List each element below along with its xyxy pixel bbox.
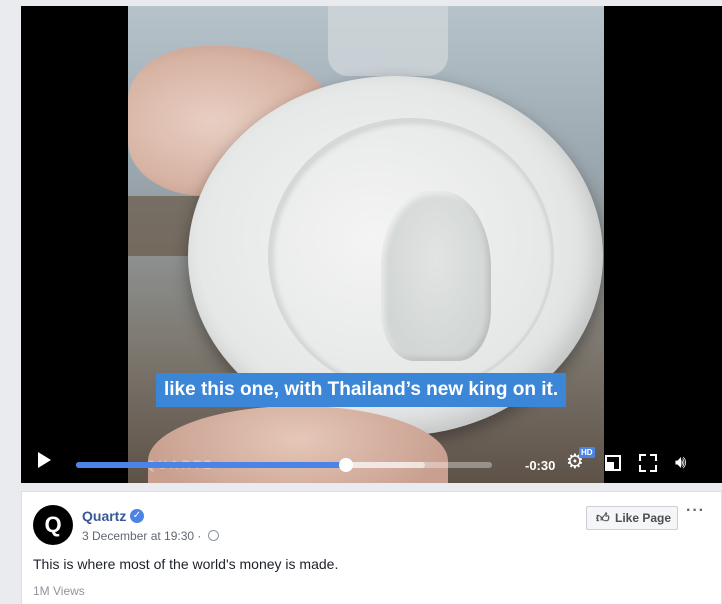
thumbs-up-icon: 👍︎ <box>596 510 610 525</box>
time-remaining: -0:30 <box>525 458 556 473</box>
avatar[interactable]: Q <box>33 505 73 545</box>
like-page-button[interactable]: 👍︎ Like Page <box>586 506 678 530</box>
post-timestamp[interactable]: 3 December at 19:30 · <box>82 529 201 543</box>
like-page-label: Like Page <box>615 511 672 525</box>
video-controls: -0:30 ⚙ HD 🔊︎ <box>21 442 722 483</box>
volume-icon[interactable]: 🔊︎ <box>675 453 686 471</box>
play-icon[interactable] <box>38 452 51 468</box>
verified-badge-icon: ✓ <box>130 509 144 523</box>
progress-fill <box>76 462 347 468</box>
page-name-link[interactable]: Quartz <box>82 508 126 524</box>
progress-knob[interactable] <box>339 458 354 472</box>
post-text: This is where most of the world's money … <box>33 556 339 572</box>
video-frame[interactable] <box>128 6 604 483</box>
background-lamp <box>328 6 448 76</box>
fullscreen-icon[interactable] <box>639 454 657 472</box>
post-card: Q Quartz ✓ 3 December at 19:30 · 👍︎ Like… <box>21 491 722 604</box>
globe-icon <box>208 530 219 541</box>
coin-inner-ring <box>268 118 554 394</box>
pip-inner-square <box>607 462 614 469</box>
picture-in-picture-icon[interactable] <box>605 455 621 471</box>
progress-bar[interactable] <box>76 462 492 468</box>
coin-portrait <box>381 191 491 361</box>
hd-badge: HD <box>579 447 595 458</box>
more-options-button[interactable]: ··· <box>686 502 705 520</box>
view-count: 1M Views <box>33 584 85 598</box>
video-caption: like this one, with Thailand’s new king … <box>156 373 567 407</box>
video-player[interactable]: QUARTZ like this one, with Thailand’s ne… <box>21 6 722 483</box>
